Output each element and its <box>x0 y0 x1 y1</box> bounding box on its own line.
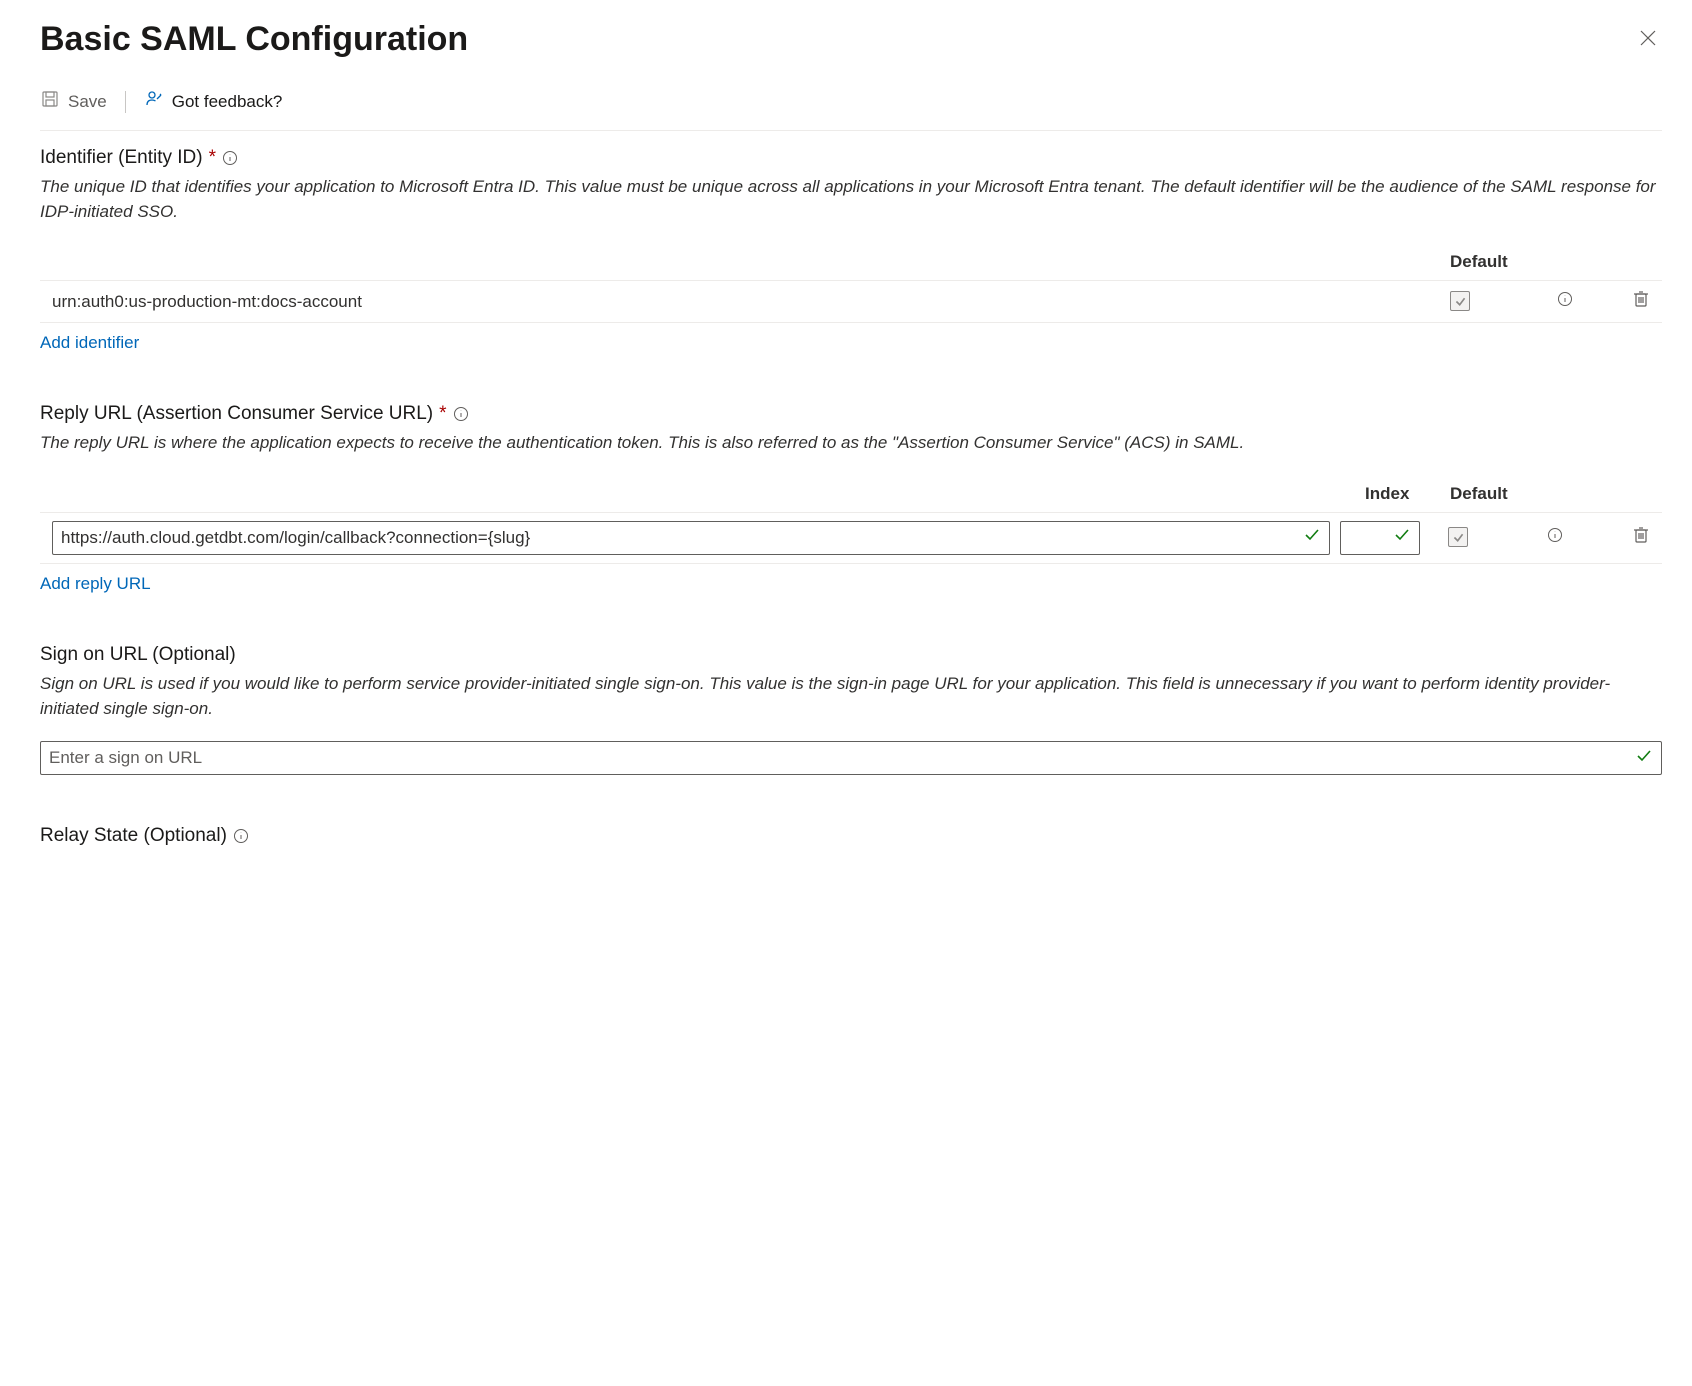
save-icon <box>40 89 60 114</box>
required-asterisk: * <box>439 403 446 425</box>
toolbar-separator <box>125 91 126 113</box>
add-identifier-link[interactable]: Add identifier <box>40 333 139 353</box>
check-icon <box>1303 526 1321 549</box>
page-title: Basic SAML Configuration <box>40 20 468 59</box>
sign-on-url-input[interactable] <box>49 748 1635 768</box>
check-icon <box>1635 747 1653 770</box>
feedback-button[interactable]: Got feedback? <box>144 89 283 114</box>
identifier-table-header: Default <box>40 244 1662 281</box>
col-default: Default <box>1450 484 1540 504</box>
reply-url-section: Reply URL (Assertion Consumer Service UR… <box>40 403 1662 594</box>
info-icon[interactable] <box>1557 291 1573 307</box>
col-index: Index <box>1365 484 1450 504</box>
delete-icon[interactable] <box>1632 530 1650 549</box>
sign-on-url-label: Sign on URL (Optional) <box>40 644 236 666</box>
relay-state-label: Relay State (Optional) <box>40 825 227 847</box>
default-checkbox[interactable] <box>1450 291 1470 311</box>
identifier-description: The unique ID that identifies your appli… <box>40 175 1662 224</box>
toolbar: Save Got feedback? <box>40 89 1662 131</box>
identifier-value[interactable]: urn:auth0:us-production-mt:docs-account <box>52 292 1450 312</box>
check-icon <box>1393 526 1411 549</box>
save-button[interactable]: Save <box>40 89 107 114</box>
reply-url-description: The reply URL is where the application e… <box>40 431 1662 456</box>
reply-url-label: Reply URL (Assertion Consumer Service UR… <box>40 403 433 425</box>
table-row <box>40 513 1662 564</box>
sign-on-url-description: Sign on URL is used if you would like to… <box>40 672 1662 721</box>
table-row: urn:auth0:us-production-mt:docs-account <box>40 281 1662 323</box>
info-icon[interactable] <box>233 828 249 844</box>
sign-on-url-section: Sign on URL (Optional) Sign on URL is us… <box>40 644 1662 775</box>
save-button-label: Save <box>68 92 107 112</box>
default-checkbox[interactable] <box>1448 527 1468 547</box>
info-icon[interactable] <box>453 406 469 422</box>
col-default: Default <box>1450 252 1540 272</box>
identifier-label: Identifier (Entity ID) <box>40 147 203 169</box>
reply-url-input[interactable] <box>61 528 1303 548</box>
info-icon[interactable] <box>222 150 238 166</box>
identifier-section: Identifier (Entity ID) * The unique ID t… <box>40 147 1662 353</box>
close-icon[interactable] <box>1634 24 1662 57</box>
feedback-button-label: Got feedback? <box>172 92 283 112</box>
info-icon[interactable] <box>1547 527 1563 543</box>
required-asterisk: * <box>209 147 216 169</box>
add-reply-url-link[interactable]: Add reply URL <box>40 574 151 594</box>
relay-state-section: Relay State (Optional) <box>40 825 1662 847</box>
delete-icon[interactable] <box>1632 294 1650 313</box>
reply-url-table-header: Index Default <box>40 476 1662 513</box>
sign-on-url-input-wrap <box>40 741 1662 775</box>
reply-url-input-wrap <box>52 521 1330 555</box>
reply-url-index-input[interactable] <box>1340 521 1420 555</box>
feedback-icon <box>144 89 164 114</box>
